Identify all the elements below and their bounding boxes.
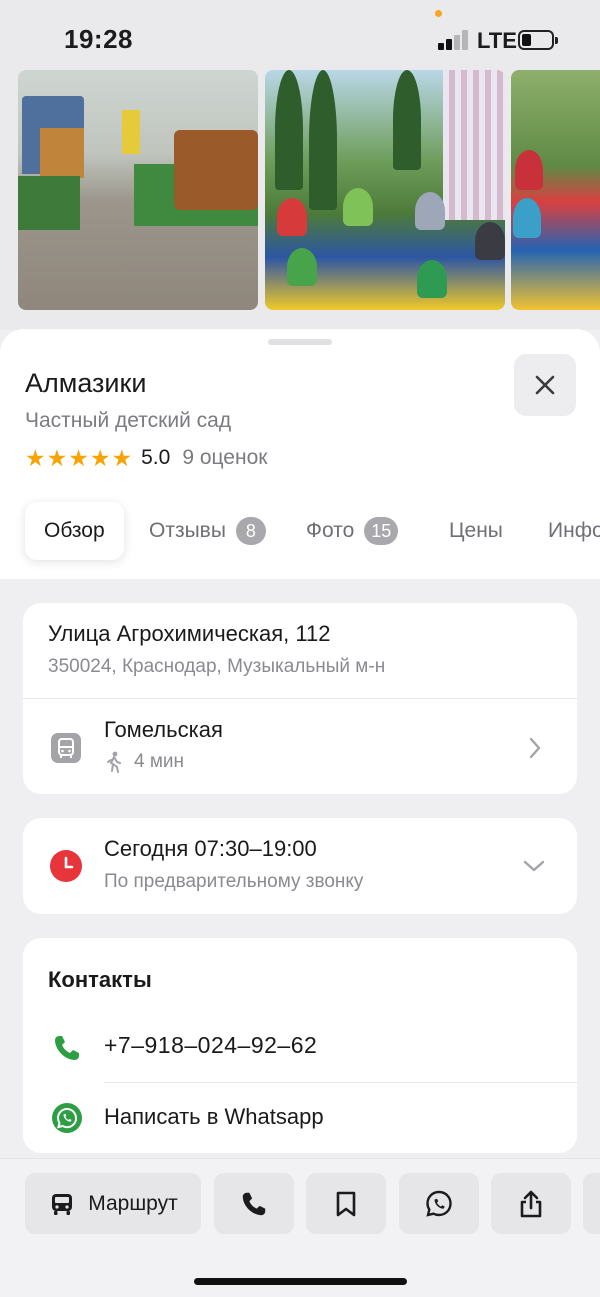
status-time: 19:28	[64, 24, 133, 54]
close-icon	[535, 375, 555, 395]
share-button[interactable]	[491, 1173, 571, 1234]
hours-note: По предварительному звонку	[104, 871, 364, 892]
walk-time-text: 4 мин	[134, 751, 185, 772]
signal-icon	[438, 30, 470, 50]
bus-icon	[52, 1193, 73, 1215]
tab-prices[interactable]: Цены	[449, 502, 503, 560]
bookmark-button[interactable]	[306, 1173, 386, 1234]
gallery-photo-activity[interactable]	[511, 70, 600, 310]
battery-icon	[518, 30, 558, 50]
privacy-indicator-dot	[435, 10, 442, 17]
phone-icon	[242, 1192, 266, 1215]
rating-row[interactable]: ★★★★★ 5.0 9 оценок	[25, 444, 267, 472]
more-button[interactable]	[583, 1173, 600, 1234]
whatsapp-icon	[52, 1103, 82, 1133]
walk-time: 4 мин	[104, 751, 184, 773]
tab-overview[interactable]: Обзор	[25, 502, 124, 560]
route-label: Маршрут	[88, 1191, 178, 1215]
call-button[interactable]	[214, 1173, 294, 1234]
contacts-card: Контакты +7‒918‒024‒92‒62 Написать в Wha…	[23, 938, 577, 1153]
count-badge: 15	[364, 517, 399, 545]
chevron-down-icon	[523, 860, 545, 872]
tab-reviews[interactable]: Отзывы 8	[149, 502, 266, 560]
divider	[104, 1082, 577, 1083]
phone-number: +7‒918‒024‒92‒62	[104, 1032, 318, 1058]
sheet-grabber[interactable]	[268, 339, 332, 345]
whatsapp-label: Написать в Whatsapp	[104, 1104, 324, 1129]
address-street[interactable]: Улица Агрохимическая, 112	[48, 621, 330, 647]
place-sheet: Алмазики Частный детский сад ★★★★★ 5.0 9…	[0, 329, 600, 579]
route-button[interactable]: Маршрут	[25, 1173, 201, 1234]
contacts-heading: Контакты	[48, 967, 152, 992]
phone-icon	[55, 1036, 79, 1060]
action-bar: Маршрут	[0, 1158, 600, 1297]
tab-label: Инфо	[548, 519, 600, 542]
rating-count: 9 оценок	[182, 446, 268, 469]
network-type: LTE	[477, 28, 517, 53]
place-category: Частный детский сад	[25, 409, 232, 432]
gallery-photo-playground[interactable]	[18, 70, 258, 310]
whatsapp-button[interactable]	[399, 1173, 479, 1234]
place-title: Алмазики	[25, 368, 147, 398]
address-details: 350024, Краснодар, Музыкальный м-н	[48, 656, 386, 677]
tab-label: Отзывы	[149, 519, 226, 542]
clock-icon	[50, 850, 82, 882]
home-indicator	[194, 1278, 407, 1285]
star-rating-icon: ★★★★★	[25, 444, 134, 471]
chevron-right-icon	[529, 737, 541, 759]
close-button[interactable]	[514, 354, 576, 416]
status-bar: 19:28 LTE	[0, 0, 600, 70]
tab-info[interactable]: Инфо	[548, 502, 600, 560]
share-icon	[520, 1190, 542, 1217]
tab-label: Фото	[306, 519, 355, 542]
rating-value: 5.0	[141, 446, 171, 469]
tab-bar: Обзор Отзывы 8 Фото 15 Цены Инфо	[0, 502, 600, 560]
bookmark-icon	[336, 1191, 356, 1216]
hours-today: Сегодня 07:30–19:00	[104, 836, 317, 861]
count-badge: 8	[235, 517, 266, 545]
hours-card[interactable]: Сегодня 07:30–19:00 По предварительному …	[23, 818, 577, 914]
gallery-photo-classroom[interactable]	[265, 70, 505, 310]
walking-person-icon	[107, 751, 121, 773]
tab-label: Обзор	[44, 519, 105, 542]
tab-label: Цены	[449, 519, 503, 542]
whatsapp-icon	[426, 1190, 452, 1217]
divider	[23, 698, 577, 699]
address-card: Улица Агрохимическая, 112 350024, Красно…	[23, 603, 577, 794]
bus-stop-icon	[51, 733, 81, 763]
tab-photos[interactable]: Фото 15	[306, 502, 399, 560]
photo-gallery[interactable]	[0, 70, 600, 330]
transit-stop-name: Гомельская	[104, 717, 223, 742]
